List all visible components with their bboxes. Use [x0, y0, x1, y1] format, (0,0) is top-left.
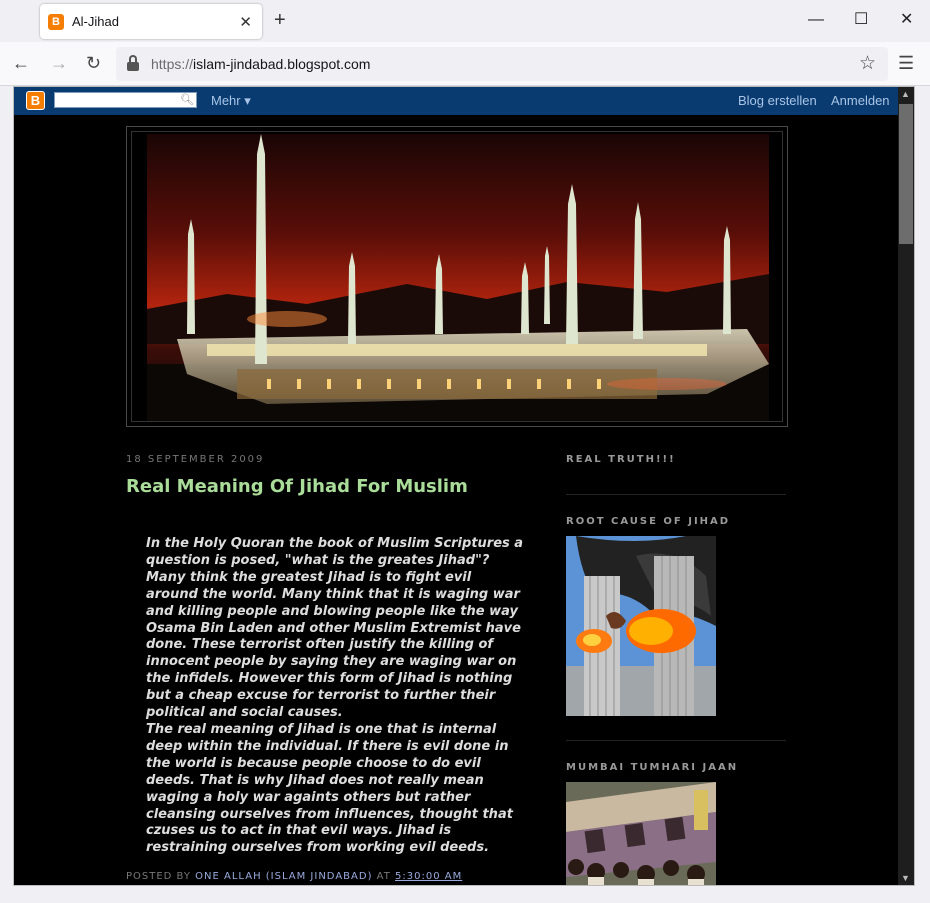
author-link[interactable]: ONE ALLAH (ISLAM JINDABAD): [195, 871, 372, 882]
url-text[interactable]: https://islam-jindabad.blogspot.com: [151, 56, 370, 72]
browser-tab[interactable]: B Al-Jihad ✕: [40, 4, 262, 39]
twin-towers-image: [566, 536, 716, 716]
new-tab-icon[interactable]: +: [274, 10, 286, 30]
post-title[interactable]: Real Meaning Of Jihad For Muslim: [126, 476, 468, 497]
scrollbar-thumb[interactable]: [899, 104, 913, 244]
tab-strip: B Al-Jihad ✕ + — ☐ ✕: [0, 0, 930, 42]
sidebar-heading-real-truth: REAL TRUTH!!!: [566, 454, 676, 465]
address-bar[interactable]: https://islam-jindabad.blogspot.com ☆: [116, 47, 888, 81]
mosque-at-night-image: [147, 134, 769, 421]
close-tab-icon[interactable]: ✕: [239, 13, 252, 31]
blog-header[interactable]: [126, 126, 788, 427]
create-blog-link[interactable]: Blog erstellen: [738, 93, 817, 108]
blogger-favicon-icon: B: [48, 13, 64, 30]
back-icon[interactable]: ←: [12, 53, 30, 73]
sidebar-divider: [566, 740, 786, 741]
post-permalink[interactable]: 5:30:00 AM: [395, 871, 462, 882]
sidebar-divider: [566, 494, 786, 495]
post-paragraph: The real meaning of Jihad is one that is…: [146, 721, 513, 856]
forward-icon[interactable]: →: [50, 53, 68, 73]
more-menu-button[interactable]: Mehr ▾: [211, 93, 251, 109]
page-scrollbar[interactable]: ▲ ▼: [898, 86, 914, 886]
post-footer: POSTED BY ONE ALLAH (ISLAM JINDABAD) AT …: [126, 871, 463, 882]
search-icon[interactable]: 🔍︎: [180, 93, 194, 106]
scroll-up-icon[interactable]: ▲: [901, 89, 910, 99]
maximize-icon[interactable]: ☐: [854, 10, 868, 30]
lock-icon: [127, 55, 139, 71]
blogger-navbar: B 🔍︎ Mehr ▾ Blog erstellen Anmelden: [14, 86, 898, 115]
mumbai-train-image: [566, 782, 716, 886]
browser-navbar: ← → ↻ https://islam-jindabad.blogspot.co…: [0, 42, 930, 86]
close-window-icon[interactable]: ✕: [900, 10, 913, 30]
post-paragraph: In the Holy Quoran the book of Muslim Sc…: [146, 536, 524, 721]
tab-title: Al-Jihad: [72, 14, 119, 29]
reload-icon[interactable]: ↻: [86, 53, 101, 73]
blogger-logo-icon[interactable]: B: [26, 91, 45, 110]
sidebar-heading-root-cause: ROOT CAUSE OF JIHAD: [566, 516, 731, 527]
post-date: 18 SEPTEMBER 2009: [126, 454, 265, 465]
blog-search-input[interactable]: 🔍︎: [54, 92, 197, 108]
scroll-down-icon[interactable]: ▼: [901, 873, 910, 883]
sign-in-link[interactable]: Anmelden: [831, 93, 890, 108]
page-viewport: B 🔍︎ Mehr ▾ Blog erstellen Anmelden 18 S…: [14, 86, 898, 886]
sidebar-heading-mumbai: MUMBAI TUMHARI JAAN: [566, 762, 739, 773]
header-image: [131, 131, 783, 422]
post-body: In the Holy Quoran the book of Muslim Sc…: [146, 536, 524, 857]
bookmark-star-icon[interactable]: ☆: [859, 52, 876, 75]
minimize-icon[interactable]: —: [808, 10, 824, 30]
app-menu-icon[interactable]: ☰: [898, 53, 914, 74]
